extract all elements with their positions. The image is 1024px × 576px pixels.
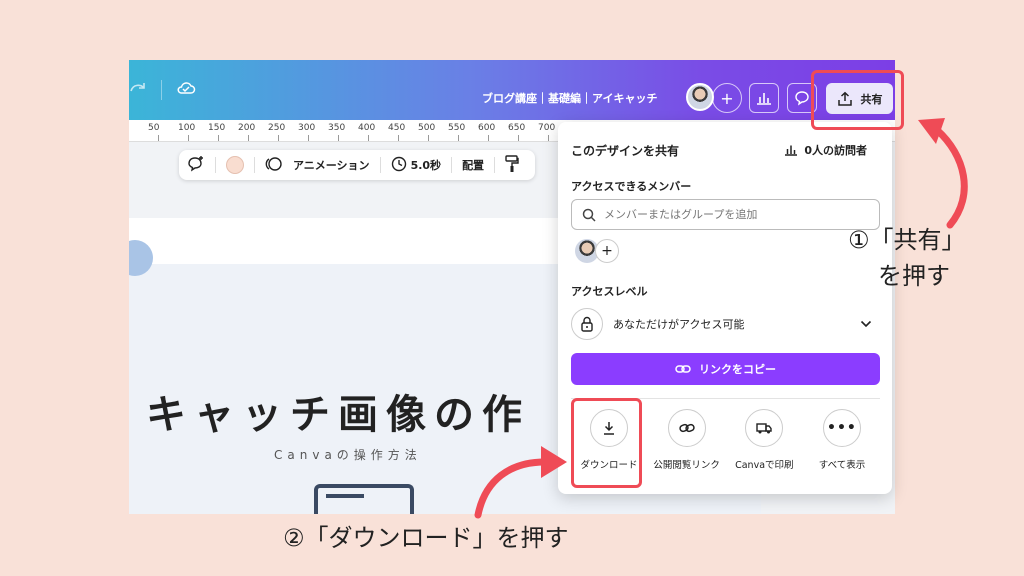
- step2-note: ②「ダウンロード」を押す: [283, 524, 569, 552]
- step1-note-line1: ①「共有」: [848, 226, 966, 254]
- step1-note-line2: を押す: [878, 262, 950, 290]
- annotation-arrows: [474, 118, 968, 519]
